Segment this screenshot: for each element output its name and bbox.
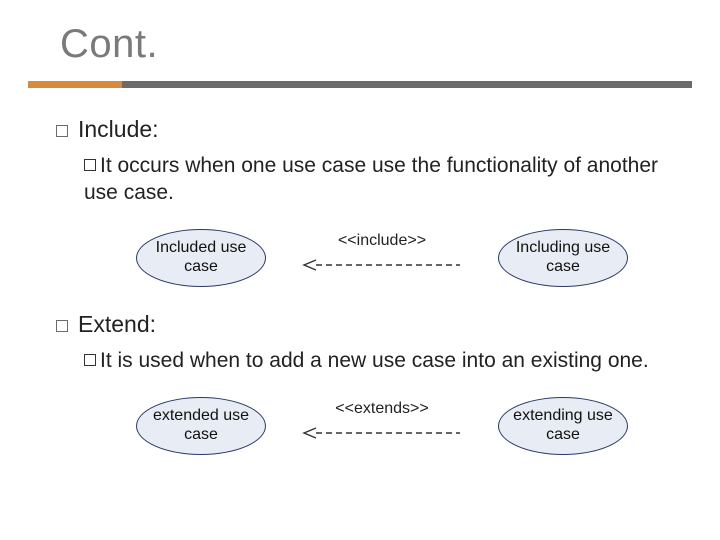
body-text: is used when to add a new use case into …	[112, 349, 649, 372]
dashed-arrow-left-icon	[302, 258, 462, 272]
square-bullet-icon	[56, 125, 68, 137]
extend-diagram: extended use case <<extends>> extending …	[136, 397, 692, 455]
arrow: <<extends>>	[302, 406, 462, 446]
heading-text: Include:	[78, 116, 159, 142]
arrow-label: <<extends>>	[302, 400, 462, 418]
checkbox-bullet-icon	[84, 159, 96, 171]
use-case-left: extended use case	[136, 397, 266, 455]
slide: Cont. Include: It occurs when one use ca…	[0, 0, 720, 499]
body-prefix: It	[100, 154, 112, 177]
use-case-left: Included use case	[136, 229, 266, 287]
square-bullet-icon	[56, 320, 68, 332]
arrow-label: <<include>>	[302, 232, 462, 250]
section-include: Include: It occurs when one use case use…	[56, 116, 692, 287]
heading-text: Extend:	[78, 311, 156, 337]
include-diagram: Included use case <<include>> Including …	[136, 229, 692, 287]
arrow: <<include>>	[302, 238, 462, 278]
content-area: Include: It occurs when one use case use…	[28, 88, 692, 455]
section-heading: Extend:	[56, 311, 692, 338]
body-prefix: It	[100, 349, 112, 372]
use-case-right: Including use case	[498, 229, 628, 287]
dashed-arrow-left-icon	[302, 426, 462, 440]
section-body: It occurs when one use case use the func…	[84, 153, 684, 207]
section-heading: Include:	[56, 116, 692, 143]
section-body: It is used when to add a new use case in…	[84, 348, 684, 375]
title-rule	[28, 81, 692, 88]
checkbox-bullet-icon	[84, 354, 96, 366]
use-case-right: extending use case	[498, 397, 628, 455]
slide-title: Cont.	[60, 22, 692, 67]
section-extend: Extend: It is used when to add a new use…	[56, 311, 692, 455]
body-text: occurs when one use case use the functio…	[84, 154, 658, 204]
